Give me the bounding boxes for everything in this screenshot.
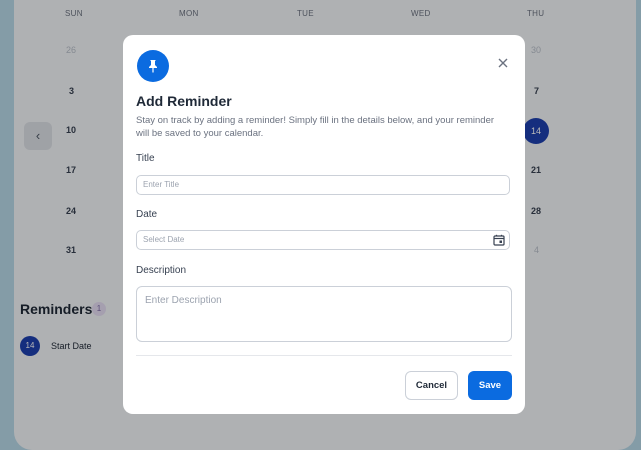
description-label: Description <box>136 265 187 276</box>
save-button[interactable]: Save <box>468 371 512 400</box>
date-input[interactable]: Select Date <box>136 230 510 250</box>
pin-icon <box>137 50 169 82</box>
footer-divider <box>136 355 512 356</box>
dialog-title: Add Reminder <box>136 93 232 109</box>
dialog-description: Stay on track by adding a reminder! Simp… <box>136 115 495 139</box>
title-placeholder: Enter Title <box>143 180 180 189</box>
title-label: Title <box>136 153 155 164</box>
date-placeholder: Select Date <box>143 235 185 244</box>
cancel-button[interactable]: Cancel <box>405 371 458 400</box>
description-placeholder: Enter Description <box>145 295 222 306</box>
date-label: Date <box>136 209 158 220</box>
close-icon[interactable] <box>495 55 511 71</box>
description-textarea[interactable]: Enter Description <box>136 286 512 342</box>
title-input[interactable]: Enter Title <box>136 175 510 195</box>
add-reminder-dialog: Add Reminder Stay on track by adding a r… <box>123 35 525 414</box>
calendar-icon[interactable] <box>493 234 505 253</box>
